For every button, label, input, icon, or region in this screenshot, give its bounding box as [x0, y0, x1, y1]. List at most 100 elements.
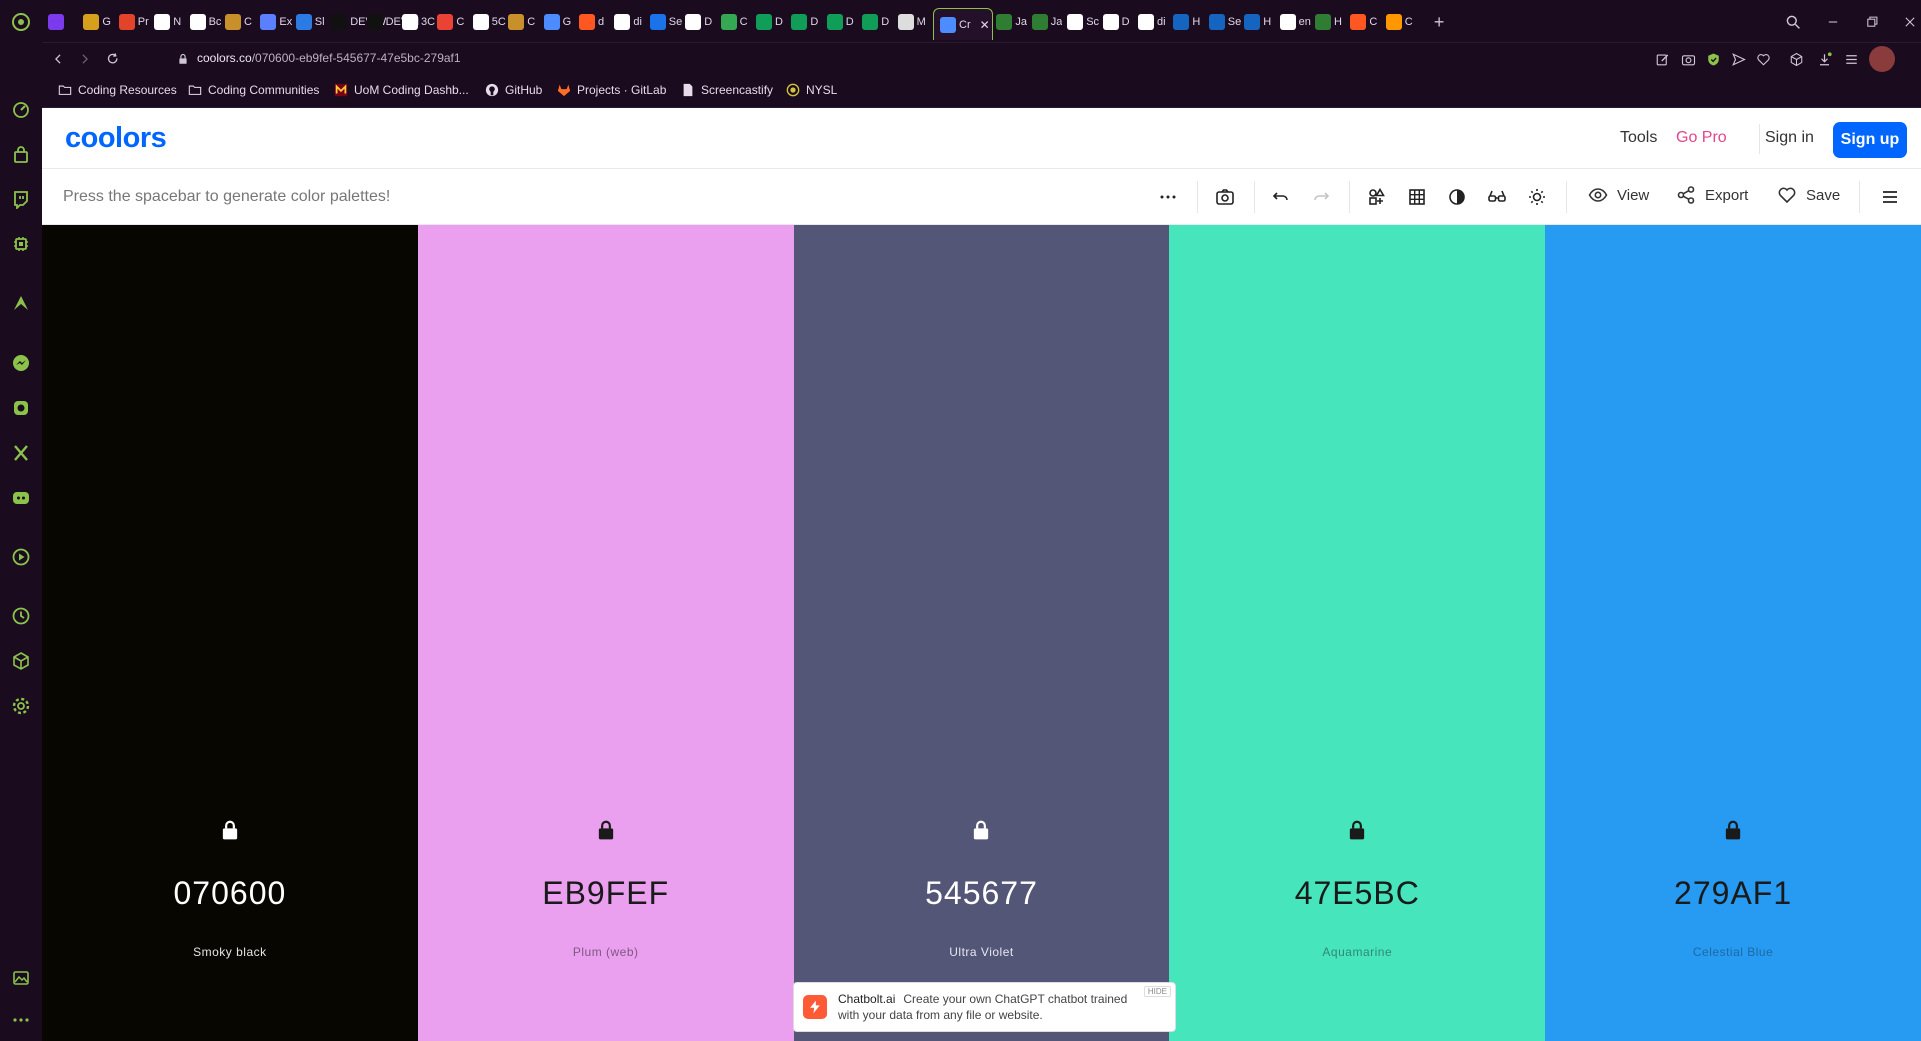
browser-tab[interactable]: G [543, 10, 571, 34]
browser-tab[interactable]: H [1173, 10, 1200, 34]
color-hex[interactable]: 279AF1 [1545, 875, 1921, 912]
lock-icon[interactable] [1346, 819, 1368, 841]
browser-tab[interactable]: di [614, 10, 642, 34]
tools-menu[interactable]: Tools [1620, 129, 1657, 147]
browser-tab[interactable]: Pr [118, 10, 149, 34]
hamburger-menu-icon[interactable] [1879, 186, 1901, 208]
browser-tab[interactable]: Ja [996, 10, 1027, 34]
bookmark-coding-resources[interactable]: Coding Resources [58, 83, 177, 97]
undo-icon[interactable] [1270, 186, 1292, 208]
browser-tab[interactable]: Sc [1067, 10, 1099, 34]
bookmark-nysl[interactable]: NYSL [786, 83, 837, 97]
edit-page-icon[interactable] [1653, 50, 1671, 68]
bookmark-heart-icon[interactable] [1754, 50, 1772, 68]
aria-ai-icon[interactable] [9, 291, 33, 315]
browser-tab[interactable]: C [720, 10, 748, 34]
lock-icon[interactable] [219, 819, 241, 841]
color-hex[interactable]: 47E5BC [1169, 875, 1545, 912]
extensions-cube-icon[interactable] [9, 649, 33, 673]
lock-icon[interactable] [970, 819, 992, 841]
view-button[interactable]: View [1588, 185, 1649, 205]
color-hex[interactable]: 070600 [42, 875, 418, 912]
go-pro-link[interactable]: Go Pro [1676, 129, 1727, 147]
search-tabs-icon[interactable] [1781, 10, 1805, 34]
messenger-icon[interactable] [9, 351, 33, 375]
bookmark-github[interactable]: GitHub [485, 83, 542, 97]
chatbolt-ad-banner[interactable]: Chatbolt.ai Create your own ChatGPT chatb… [793, 982, 1176, 1032]
more-options-icon[interactable] [9, 1008, 33, 1032]
extensions-icon[interactable] [1787, 50, 1805, 68]
export-button[interactable]: Export [1676, 185, 1748, 205]
hide-ad-button[interactable]: HIDE [1143, 986, 1171, 997]
bookmark-gitlab[interactable]: Projects · GitLab [557, 83, 666, 97]
browser-tab[interactable]: D [791, 10, 818, 34]
camera-icon[interactable] [1214, 186, 1236, 208]
color-hex[interactable]: EB9FEF [418, 875, 794, 912]
browser-tab[interactable]: Ex [260, 10, 292, 34]
new-tab-button[interactable]: + [1427, 10, 1451, 34]
adblock-shield-icon[interactable] [1704, 50, 1722, 68]
coolors-logo[interactable]: coolors [65, 122, 167, 155]
browser-tab[interactable]: di [1138, 10, 1166, 34]
instagram-icon[interactable] [9, 396, 33, 420]
url-field[interactable]: coolors.co/070600-eb9fef-545677-47e5bc-2… [197, 51, 461, 65]
cpu-limiter-icon[interactable] [9, 232, 33, 256]
history-icon[interactable] [9, 604, 33, 628]
close-window-icon[interactable] [1898, 10, 1921, 34]
restore-icon[interactable] [1860, 10, 1884, 34]
browser-tab[interactable]: H [1244, 10, 1271, 34]
profile-avatar[interactable] [1869, 46, 1895, 72]
send-icon[interactable] [1729, 50, 1747, 68]
forward-icon[interactable] [75, 49, 95, 69]
color-swatch[interactable]: 47E5BC Aquamarine [1169, 225, 1546, 1041]
browser-tab[interactable]: Sl [295, 10, 325, 34]
browser-tab[interactable]: 3C [402, 10, 435, 34]
snapshot-camera-icon[interactable] [1679, 50, 1697, 68]
color-swatch[interactable]: 070600 Smoky black [42, 225, 418, 1041]
browser-tab[interactable]: D [862, 10, 889, 34]
minimize-icon[interactable] [1821, 10, 1845, 34]
shopping-bag-icon[interactable] [9, 143, 33, 167]
color-hex[interactable]: 545677 [794, 875, 1170, 912]
browser-tab[interactable]: D [826, 10, 854, 34]
player-icon[interactable] [9, 545, 33, 569]
brightness-sun-icon[interactable] [1526, 186, 1548, 208]
adjust-palette-icon[interactable] [1366, 186, 1388, 208]
browser-tab[interactable]: H [1315, 10, 1342, 34]
grid-view-icon[interactable] [1406, 186, 1428, 208]
browser-tab[interactable]: Cr ✕ [933, 8, 993, 40]
discord-icon[interactable] [9, 486, 33, 510]
browser-tab[interactable]: D [685, 10, 712, 34]
color-swatch[interactable]: EB9FEF Plum (web) [417, 225, 794, 1041]
x-twitter-icon[interactable] [9, 441, 33, 465]
color-swatch[interactable]: 545677 Ultra Violet [793, 225, 1170, 1041]
contrast-checker-icon[interactable] [1446, 186, 1468, 208]
browser-tab[interactable]: C [225, 10, 252, 34]
bookmark-uom-dashboard[interactable]: UoM Coding Dashb... [334, 83, 469, 97]
browser-tab[interactable]: G [83, 10, 111, 34]
downloads-icon[interactable] [1815, 50, 1833, 68]
secure-lock-icon[interactable] [173, 49, 193, 69]
speed-dial-icon[interactable] [9, 98, 33, 122]
browser-tab[interactable]: C [1350, 10, 1377, 34]
lock-icon[interactable] [1722, 819, 1744, 841]
twitch-icon[interactable] [9, 187, 33, 211]
browser-tab[interactable]: D [756, 10, 783, 34]
color-swatch[interactable]: 279AF1 Celestial Blue [1545, 225, 1921, 1041]
browser-tab[interactable]: C [508, 10, 535, 34]
bookmark-screencastify[interactable]: Screencastify [681, 83, 773, 97]
browser-tab[interactable]: Ja [1031, 10, 1062, 34]
redo-icon[interactable] [1310, 186, 1332, 208]
sign-in-link[interactable]: Sign in [1765, 129, 1814, 147]
browser-tab[interactable]: C [1385, 10, 1413, 34]
browser-tab[interactable] [48, 10, 67, 34]
browser-tab[interactable]: D [1102, 10, 1130, 34]
settings-gear-icon[interactable] [9, 694, 33, 718]
gallery-icon[interactable] [9, 966, 33, 990]
browser-tab[interactable]: N [154, 10, 181, 34]
browser-tab[interactable]: d [579, 10, 604, 34]
browser-tab[interactable]: en [1279, 10, 1311, 34]
opera-gx-logo-icon[interactable] [9, 10, 33, 34]
more-options-icon[interactable] [1157, 186, 1179, 208]
browser-tab[interactable]: Se [1208, 10, 1241, 34]
